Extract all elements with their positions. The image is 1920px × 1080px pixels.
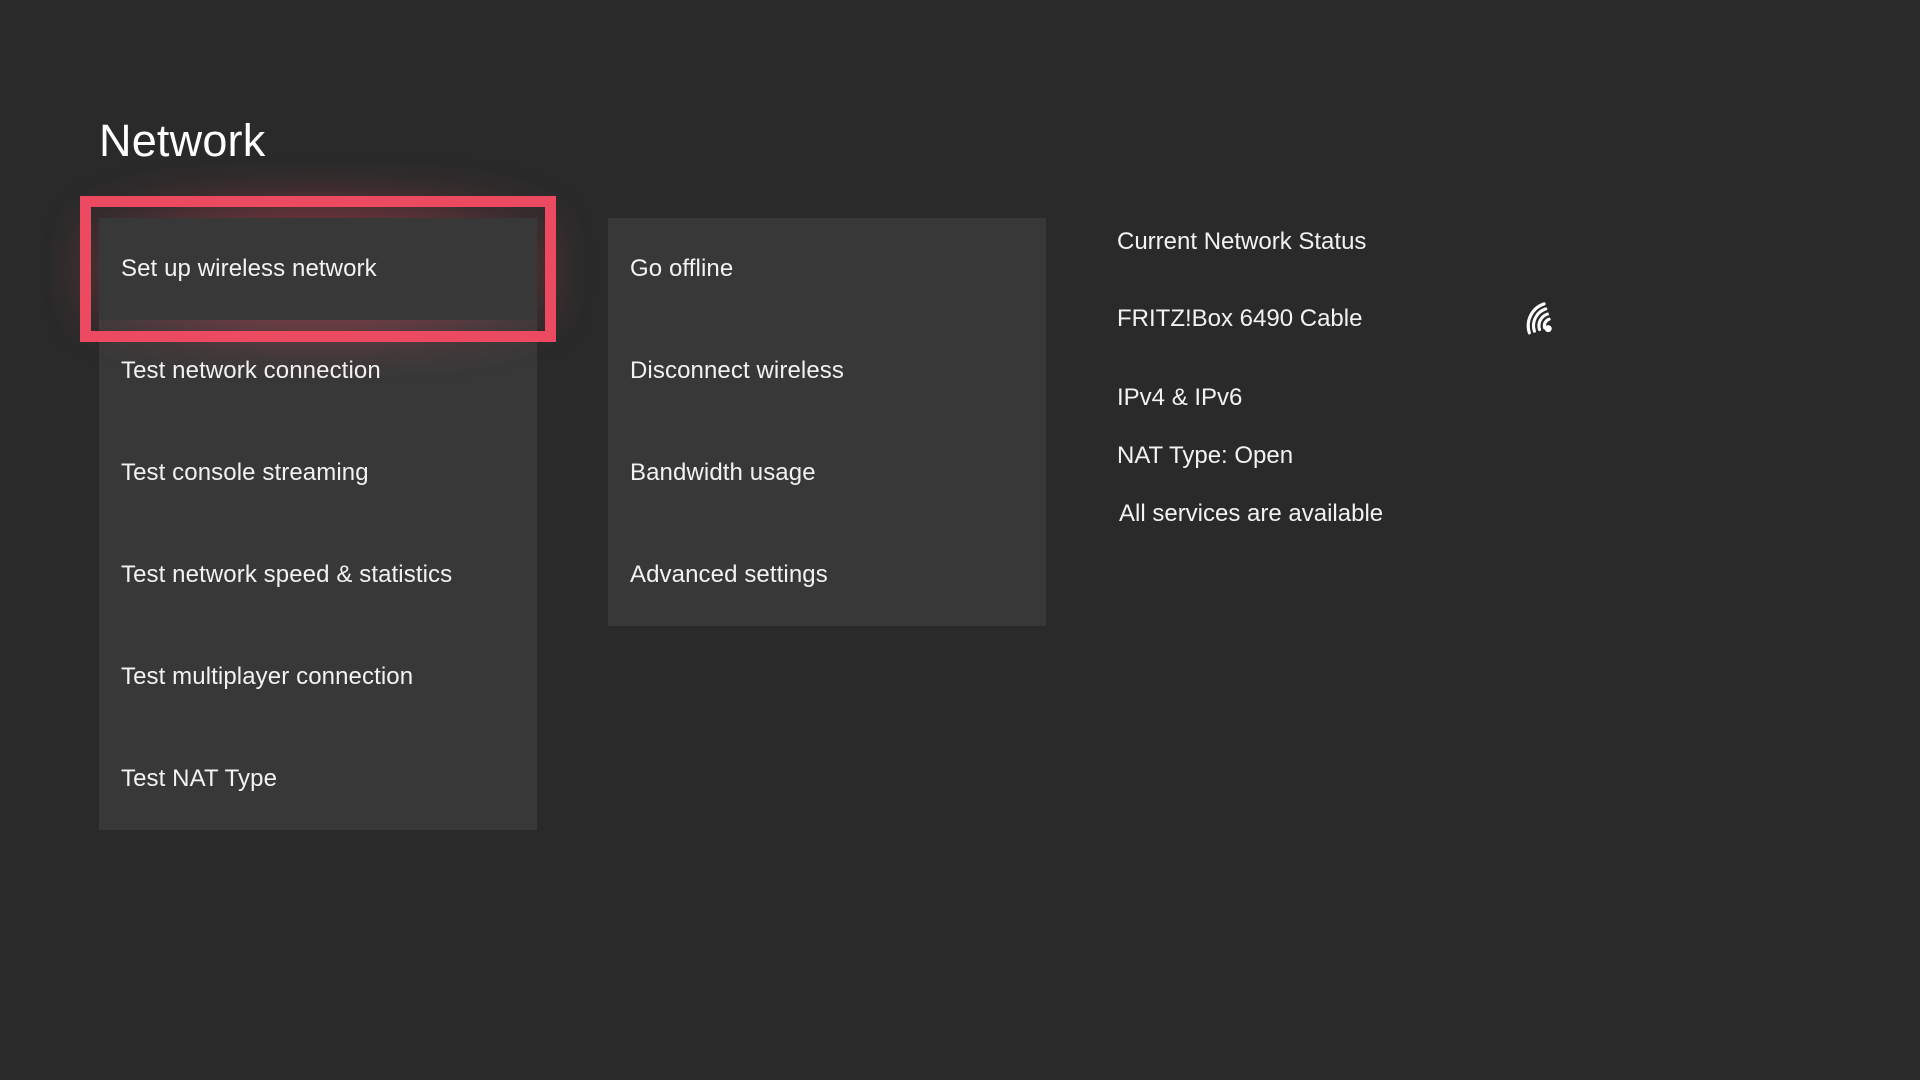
network-settings-screen: Network Set up wireless network Test net… — [0, 0, 1920, 1080]
menu-item-label: Test NAT Type — [121, 766, 277, 792]
menu-item-label: Test network speed & statistics — [121, 562, 452, 588]
menu-item-label: Test multiplayer connection — [121, 664, 413, 690]
current-network-row: FRITZ!Box 6490 Cable — [1117, 300, 1557, 338]
menu-item-test-nat-type[interactable]: Test NAT Type — [99, 728, 537, 830]
tile-body[interactable]: Test network speed & statistics — [99, 524, 537, 626]
menu-item-test-multiplayer-connection[interactable]: Test multiplayer connection — [99, 626, 537, 728]
menu-item-label: Set up wireless network — [121, 256, 377, 282]
menu-item-test-console-streaming[interactable]: Test console streaming — [99, 422, 537, 524]
menu-item-disconnect-wireless[interactable]: Disconnect wireless — [608, 320, 1046, 422]
tile-body[interactable]: Test network connection — [99, 320, 537, 422]
menu-item-label: Go offline — [630, 256, 733, 282]
tile-body[interactable]: Set up wireless network — [99, 218, 537, 320]
menu-item-go-offline[interactable]: Go offline — [608, 218, 1046, 320]
tile-body[interactable]: Bandwidth usage — [608, 422, 1046, 524]
primary-menu-column: Set up wireless network Test network con… — [99, 218, 537, 830]
page-title: Network — [99, 118, 265, 163]
ip-version-status: IPv4 & IPv6 — [1117, 386, 1757, 410]
menu-item-label: Bandwidth usage — [630, 460, 816, 486]
menu-item-test-network-speed-statistics[interactable]: Test network speed & statistics — [99, 524, 537, 626]
menu-item-bandwidth-usage[interactable]: Bandwidth usage — [608, 422, 1046, 524]
nat-type-status: NAT Type: Open — [1117, 444, 1757, 468]
menu-item-label: Test console streaming — [121, 460, 369, 486]
menu-item-advanced-settings[interactable]: Advanced settings — [608, 524, 1046, 626]
menu-item-set-up-wireless-network[interactable]: Set up wireless network — [99, 218, 537, 320]
tile-body[interactable]: Disconnect wireless — [608, 320, 1046, 422]
menu-item-label: Test network connection — [121, 358, 381, 384]
tile-body[interactable]: Test NAT Type — [99, 728, 537, 830]
secondary-menu-column: Go offline Disconnect wireless Bandwidth… — [608, 218, 1046, 626]
tile-body[interactable]: Test console streaming — [99, 422, 537, 524]
tile-body[interactable]: Test multiplayer connection — [99, 626, 537, 728]
tile-body[interactable]: Advanced settings — [608, 524, 1046, 626]
menu-item-label: Advanced settings — [630, 562, 828, 588]
status-heading: Current Network Status — [1117, 230, 1757, 254]
tile-body[interactable]: Go offline — [608, 218, 1046, 320]
services-status: All services are available — [1117, 502, 1757, 526]
network-status-panel: Current Network Status FRITZ!Box 6490 Ca… — [1117, 218, 1757, 526]
menu-item-label: Disconnect wireless — [630, 358, 844, 384]
menu-item-test-network-connection[interactable]: Test network connection — [99, 320, 537, 422]
current-network-name: FRITZ!Box 6490 Cable — [1117, 307, 1362, 331]
wifi-icon — [1519, 300, 1557, 338]
